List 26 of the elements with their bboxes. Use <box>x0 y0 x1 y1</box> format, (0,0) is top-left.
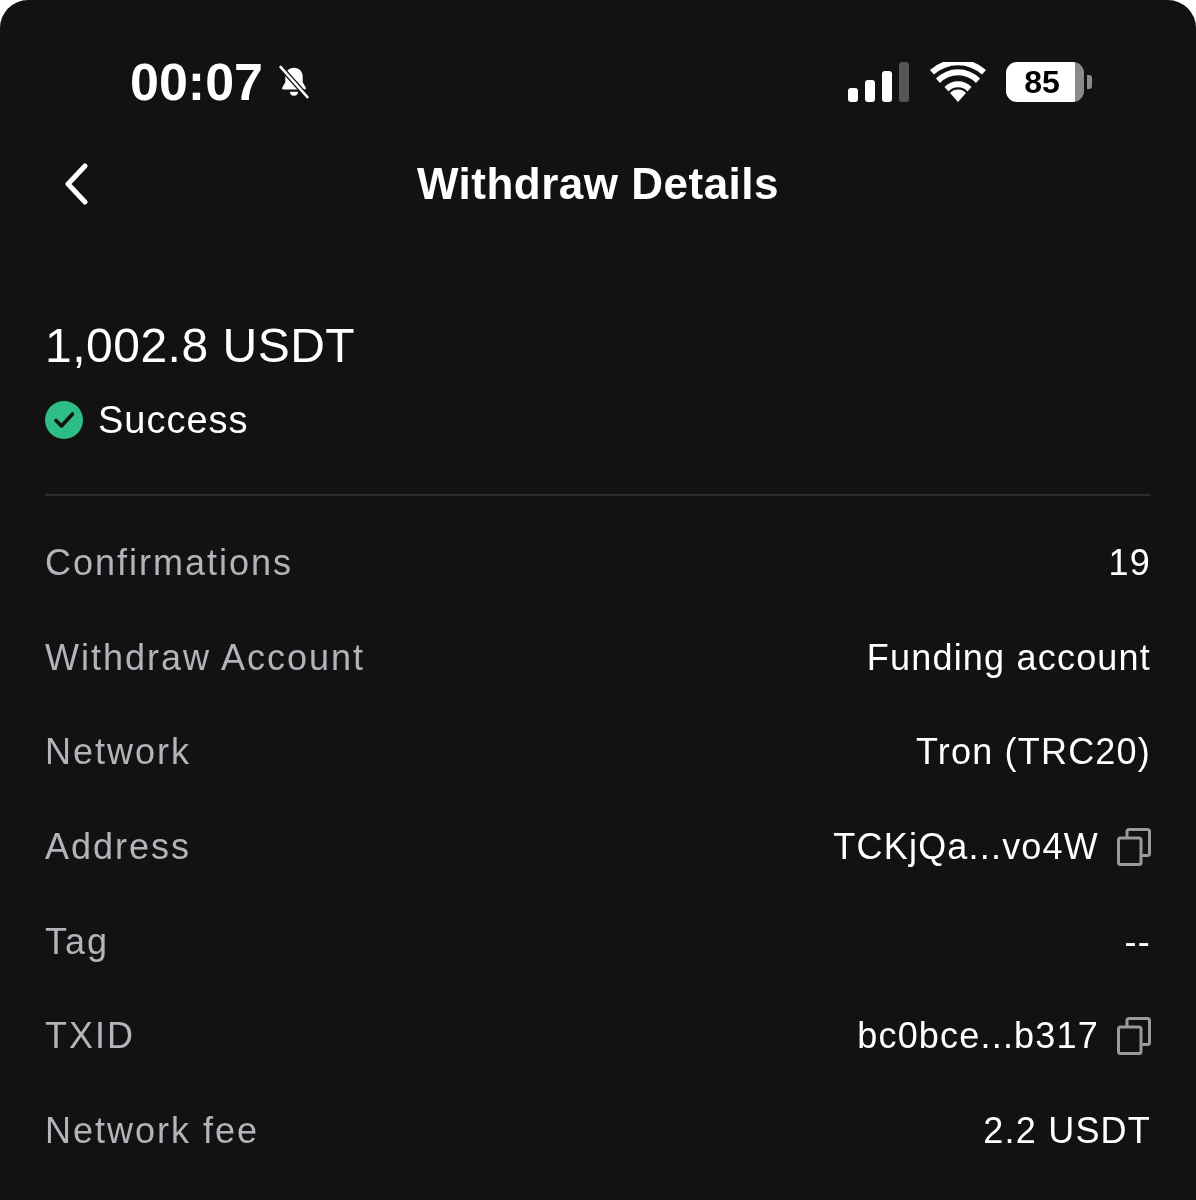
withdraw-amount: 1,002.8 USDT <box>45 322 356 370</box>
success-check-icon <box>45 401 83 439</box>
detail-label: Withdraw Account <box>45 639 366 676</box>
signal-icon <box>848 62 910 102</box>
detail-value: TCKjQa...vo4W <box>833 829 1099 866</box>
detail-label: TXID <box>45 1018 135 1055</box>
wifi-icon <box>930 62 986 102</box>
detail-label: Confirmations <box>45 545 294 582</box>
detail-label: Address <box>45 829 192 866</box>
detail-value: 19 <box>1108 545 1151 582</box>
detail-value: -- <box>1124 923 1151 960</box>
detail-value: 2.2 USDT <box>983 1112 1151 1149</box>
detail-label: Network <box>45 734 192 771</box>
copy-icon[interactable] <box>1117 1017 1151 1056</box>
detail-value: Funding account <box>866 639 1151 676</box>
battery-tip-icon <box>1087 75 1092 89</box>
status-time: 00:07 <box>130 56 263 108</box>
detail-value: Tron (TRC20) <box>915 734 1151 771</box>
battery-indicator: 85 <box>1006 62 1084 102</box>
detail-label: Network fee <box>45 1112 260 1149</box>
back-chevron-icon <box>63 163 89 205</box>
detail-label: Tag <box>45 923 110 960</box>
page-title: Withdraw Details <box>416 162 780 206</box>
copy-icon[interactable] <box>1117 828 1151 867</box>
detail-value: bc0bce...b317 <box>857 1018 1099 1055</box>
status-label: Success <box>98 401 249 439</box>
